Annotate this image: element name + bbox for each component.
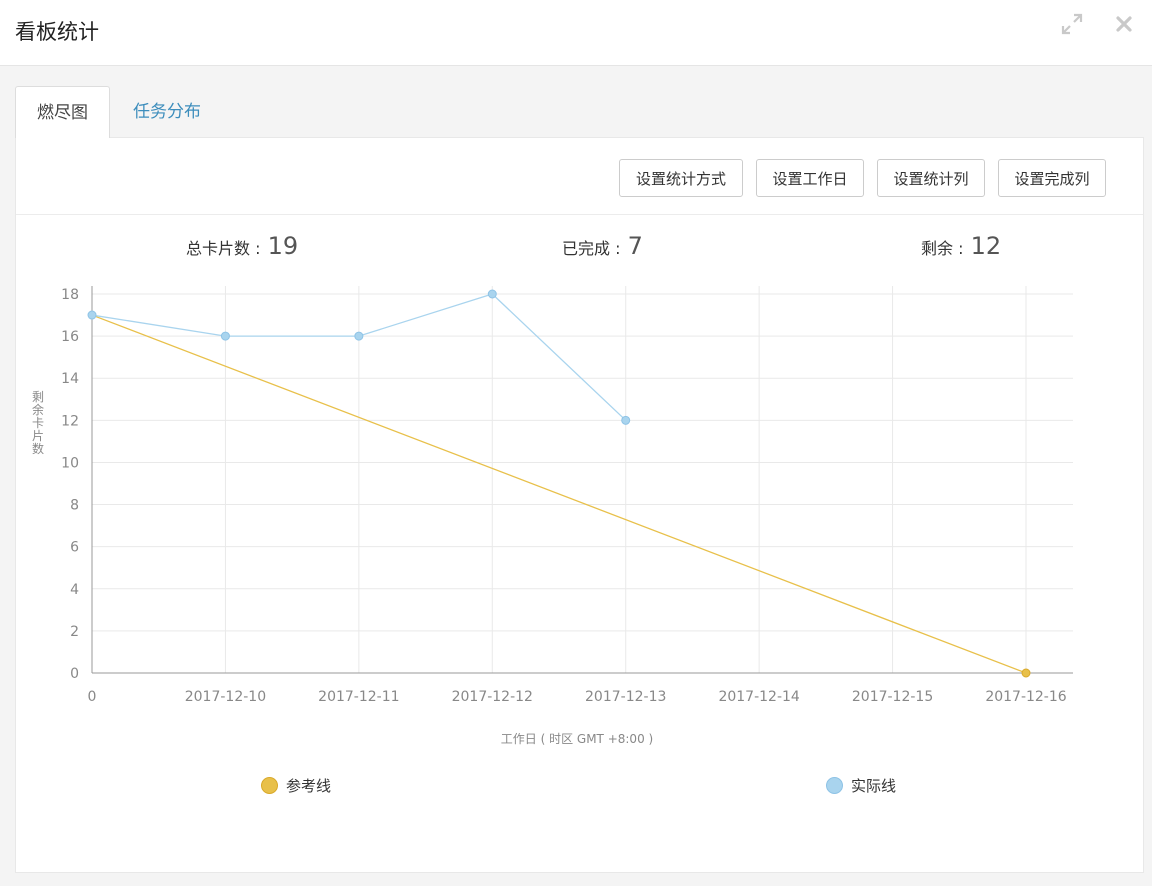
y-tick-label: 18 — [61, 287, 79, 303]
x-tick-label: 2017-12-13 — [585, 689, 666, 705]
tab-task-distribution[interactable]: 任务分布 — [133, 86, 243, 138]
x-tick-label: 2017-12-14 — [718, 689, 799, 705]
x-tick-label: 2017-12-11 — [318, 689, 399, 705]
window-title: 看板统计 — [15, 20, 99, 44]
series-point-1 — [354, 331, 364, 341]
expand-icon[interactable] — [1060, 12, 1084, 36]
x-axis-title: 工作日 ( 时区 GMT +8:00 ) — [501, 732, 653, 746]
y-tick-label: 6 — [70, 540, 79, 556]
y-tick-label: 14 — [61, 371, 79, 387]
y-tick-label: 0 — [70, 666, 79, 682]
burndown-panel: 设置统计方式 设置工作日 设置统计列 设置完成列 总卡片数 : 19 已完成 :… — [15, 137, 1144, 873]
series-line-0 — [91, 314, 1027, 674]
series-point-0 — [1021, 668, 1031, 678]
y-tick-label: 16 — [61, 329, 79, 345]
y-tick-label: 4 — [70, 582, 79, 598]
x-tick-label: 2017-12-15 — [852, 689, 933, 705]
series-point-1 — [87, 310, 97, 320]
tab-burndown[interactable]: 燃尽图 — [15, 86, 110, 138]
x-tick-label: 2017-12-10 — [185, 689, 266, 705]
legend-reference-label: 参考线 — [286, 776, 332, 795]
series-point-1 — [487, 289, 497, 299]
y-axis-title: 剩余卡片数 — [32, 390, 44, 456]
burndown-chart: 0 2 4 6 8 10 12 14 16 18 0 2017-12-10 2017-12-11 2017… — [32, 286, 1073, 746]
legend-actual-swatch — [826, 776, 843, 794]
x-tick-label: 0 — [88, 689, 97, 705]
y-tick-label: 8 — [70, 498, 79, 514]
y-tick-label: 10 — [61, 455, 79, 471]
legend-actual-label: 实际线 — [851, 776, 897, 795]
legend-actual[interactable]: 实际线 — [826, 775, 896, 795]
x-tick-label: 2017-12-12 — [452, 689, 533, 705]
series-point-1 — [220, 331, 230, 341]
legend-reference[interactable]: 参考线 — [261, 775, 331, 795]
x-tick-label: 2017-12-16 — [985, 689, 1066, 705]
y-tick-label: 2 — [70, 624, 79, 640]
legend-reference-swatch — [261, 776, 278, 794]
series-point-1 — [621, 415, 631, 425]
close-icon[interactable] — [1112, 12, 1136, 36]
title-bar: 看板统计 — [0, 0, 1152, 66]
y-tick-label: 12 — [61, 413, 79, 429]
